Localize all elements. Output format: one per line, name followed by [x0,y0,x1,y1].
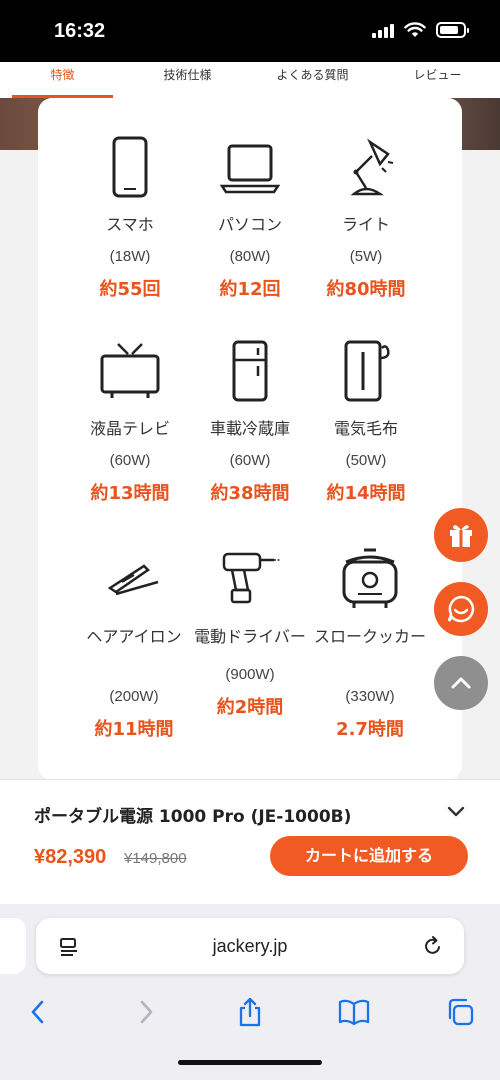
browser-chrome: jackery.jp [0,904,500,1080]
device-usage: 約2時間 [216,697,284,718]
device-power: (50W) [345,452,387,469]
tabs-icon [448,998,474,1026]
tab-reviews[interactable]: レビュー [375,62,500,98]
sticky-product-bar: ポータブル電源 1000 Pro (JE-1000B) ¥82,390 ¥149… [0,779,500,904]
device-item: パソコン (80W) 約12回 [190,136,310,301]
device-item: ヘアアイロン (200W) 約11時間 [74,548,194,741]
device-item: スマホ (18W) 約55回 [70,136,190,301]
reload-icon[interactable] [422,935,444,957]
device-name: 電気毛布 [333,419,398,438]
device-item: 液晶テレビ (60W) 約13時間 [70,340,190,505]
device-name: 車載冷蔵庫 [209,419,290,438]
add-to-cart-button[interactable]: カートに追加する [270,836,468,876]
tab-tech-specs[interactable]: 技術仕様 [125,62,250,98]
device-usage: 約14時間 [326,483,406,504]
previous-tab-preview[interactable] [0,918,26,974]
tabs-button[interactable] [440,992,480,1032]
device-name: スマホ [106,215,154,234]
laptop-icon [220,144,280,194]
device-power: (60W) [229,452,271,469]
device-usage: 約38時間 [210,483,290,504]
device-item: 電動ドライバー (900W) 約2時間 [190,548,310,719]
gift-button[interactable] [434,508,488,562]
section-tab-bar: 特徴 技術仕様 よくある質問 レビュー [0,62,500,98]
device-power: (900W) [225,666,275,683]
device-usage: 約12回 [219,279,281,300]
tv-icon [100,343,160,398]
device-name: パソコン [217,215,282,234]
chat-button[interactable] [434,582,488,636]
chat-icon [447,595,475,623]
chevron-up-icon [451,677,471,689]
hair-iron-icon [107,564,159,596]
device-usage: 約55回 [99,279,161,300]
cellular-signal-icon [372,22,394,38]
power-drill-icon [222,552,280,604]
electric-blanket-icon [344,340,390,402]
device-name: ライト [341,215,390,234]
car-fridge-icon [232,340,268,402]
device-power: (330W) [345,688,395,705]
chevron-right-icon [140,1000,153,1024]
device-usage: 約11時間 [94,719,174,740]
original-price: ¥149,800 [124,850,187,867]
device-name: 液晶テレビ [89,419,170,438]
device-runtime-card: スマホ (18W) 約55回 パソコン (80W) 約12回 ライト (5W) … [38,98,462,780]
smartphone-icon [112,136,148,198]
device-name: 電動ドライバー [194,627,306,646]
home-indicator [178,1060,322,1065]
device-usage: 約80時間 [326,279,406,300]
device-usage: 約13時間 [90,483,170,504]
device-item: 電気毛布 (50W) 約14時間 [306,340,426,505]
battery-icon [436,22,469,38]
device-name: スロークッカー [313,627,426,646]
sale-price: ¥82,390 [34,846,107,868]
address-bar[interactable]: jackery.jp [36,918,464,974]
browser-toolbar [0,992,500,1032]
device-usage: 2.7時間 [336,719,404,740]
device-power: (80W) [229,248,271,265]
status-icons [372,22,469,38]
device-power: (5W) [349,248,383,265]
gift-icon [450,525,472,547]
forward-button[interactable] [126,992,166,1032]
share-icon [239,997,261,1027]
tab-features[interactable]: 特徴 [0,62,125,98]
url-text: jackery.jp [212,936,288,956]
book-icon [338,999,370,1026]
back-button[interactable] [18,992,58,1032]
tab-faq[interactable]: よくある質問 [250,62,375,98]
product-title: ポータブル電源 1000 Pro (JE-1000B) [34,807,352,827]
device-name: ヘアアイロン [86,627,182,646]
share-button[interactable] [230,992,270,1032]
bookmarks-button[interactable] [334,992,374,1032]
device-item: ライト (5W) 約80時間 [306,136,426,301]
device-item: スロークッカー (330W) 2.7時間 [310,548,430,741]
chevron-left-icon [31,1000,44,1024]
scroll-to-top-button[interactable] [434,656,488,710]
wifi-icon [404,22,426,37]
device-power: (60W) [109,452,151,469]
device-power: (200W) [109,688,159,705]
status-time: 16:32 [54,20,106,42]
chevron-down-icon[interactable] [446,804,466,820]
device-power: (18W) [109,248,151,265]
desk-lamp-icon [350,138,394,196]
status-bar: 16:32 [0,0,500,62]
device-item: 車載冷蔵庫 (60W) 約38時間 [190,340,310,505]
slow-cooker-icon [342,548,398,608]
